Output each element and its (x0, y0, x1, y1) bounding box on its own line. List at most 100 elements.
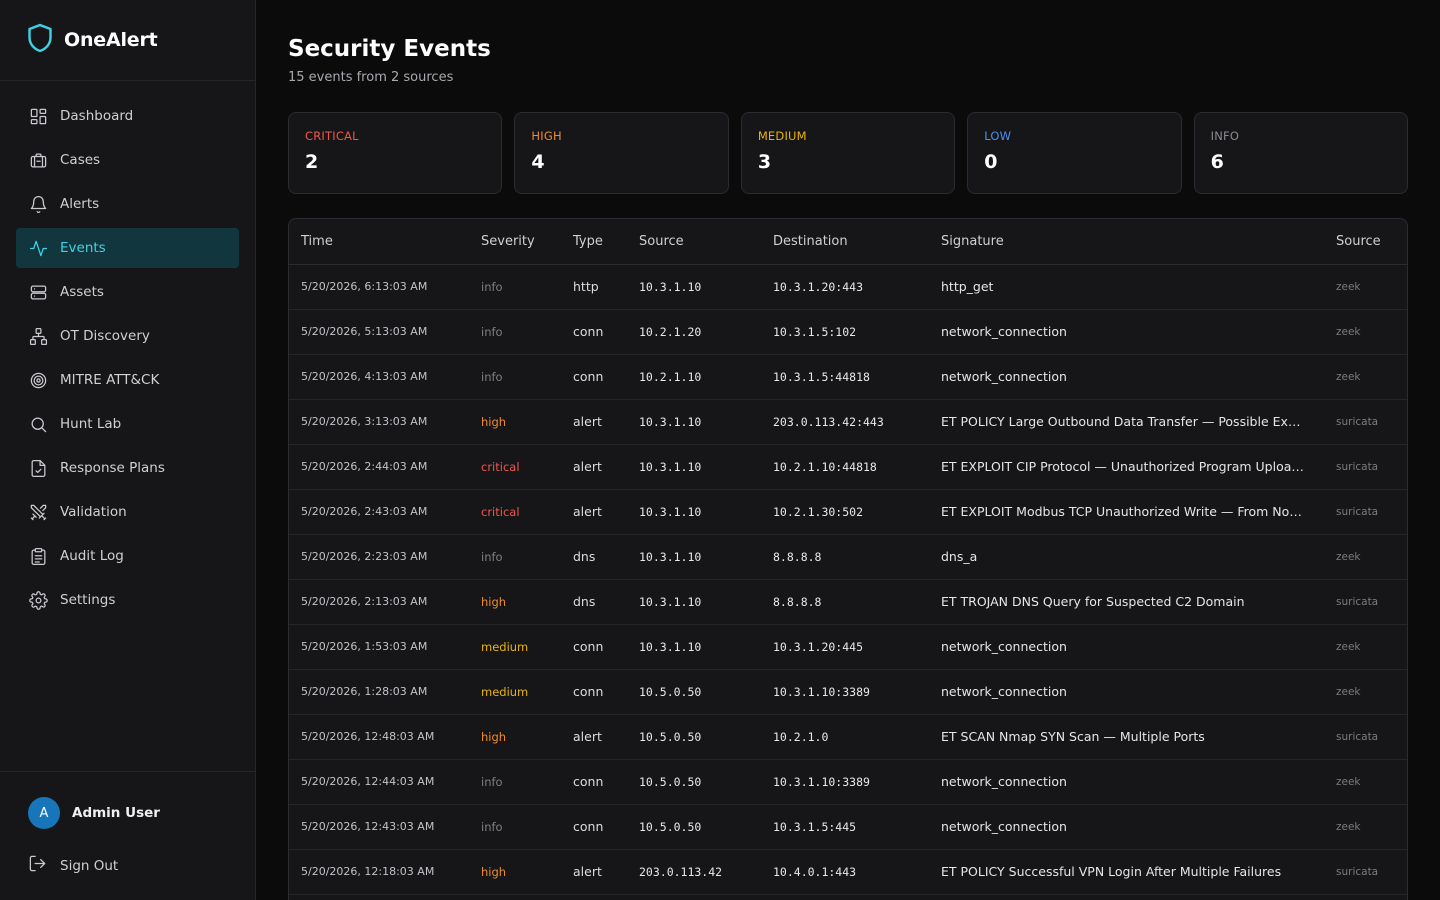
column-header-severity[interactable]: Severity (469, 219, 561, 265)
clipboard-icon (28, 546, 48, 566)
sidebar-item-audit-log[interactable]: Audit Log (16, 536, 239, 576)
table-body: 5/20/2026, 6:13:03 AM info http 10.3.1.10 10… (289, 264, 1407, 895)
cell-type: conn (561, 624, 627, 670)
sign-out-button[interactable]: Sign Out (28, 854, 118, 877)
cell-engine: suricata (1324, 579, 1407, 625)
column-header-destination[interactable]: Destination (761, 219, 929, 265)
app-name: OneAlert (64, 29, 158, 51)
cell-signature: network_connection (929, 624, 1324, 670)
table-row[interactable]: 5/20/2026, 3:13:03 AM high alert 10.3.1.10 2… (289, 399, 1407, 445)
sidebar-item-label: MITRE ATT&CK (60, 372, 160, 388)
cell-severity: info (469, 354, 561, 400)
cell-destination: 8.8.8.8 (761, 534, 929, 580)
cell-source-ip: 10.3.1.10 (627, 624, 761, 670)
column-header-time[interactable]: Time (289, 219, 469, 265)
table-row[interactable]: 5/20/2026, 2:43:03 AM critical alert 10.3.1… (289, 489, 1407, 535)
summary-label: MEDIUM (757, 129, 807, 143)
cell-time: 5/20/2026, 4:13:03 AM (289, 354, 469, 400)
cell-signature: network_connection (929, 669, 1324, 715)
table-row[interactable]: 5/20/2026, 12:43:03 AM info conn 10.5.0.50 1… (289, 804, 1407, 850)
cell-destination: 10.2.1.0 (761, 714, 929, 760)
summary-card-info[interactable]: INFO 6 (1193, 112, 1409, 194)
table-row[interactable]: 5/20/2026, 6:13:03 AM info http 10.3.1.10 10… (289, 264, 1407, 310)
cell-source-ip: 10.5.0.50 (627, 804, 761, 850)
table-row[interactable]: 5/20/2026, 12:18:03 AM high alert 203.0.113… (289, 849, 1407, 895)
cell-engine: zeek (1324, 624, 1407, 670)
sidebar-item-events[interactable]: Events (16, 228, 239, 268)
cell-engine: suricata (1324, 399, 1407, 445)
bell-icon (28, 194, 48, 214)
cell-type: conn (561, 354, 627, 400)
cell-severity: high (469, 579, 561, 625)
table-row[interactable]: 5/20/2026, 12:44:03 AM info conn 10.5.0.50 1… (289, 759, 1407, 805)
summary-card-critical[interactable]: CRITICAL 2 (288, 112, 503, 194)
cell-time: 5/20/2026, 3:13:03 AM (289, 399, 469, 445)
sidebar-item-alerts[interactable]: Alerts (16, 184, 239, 224)
cell-source-ip: 203.0.113.42 (627, 849, 761, 895)
sidebar-item-mitre-attack[interactable]: MITRE ATT&CK (16, 360, 239, 400)
column-header-signature[interactable]: Signature (929, 219, 1324, 265)
column-header-engine[interactable]: Source (1324, 219, 1407, 265)
sidebar-item-validation[interactable]: Validation (16, 492, 239, 532)
column-header-source[interactable]: Source (627, 219, 761, 265)
column-header-type[interactable]: Type (561, 219, 627, 265)
sidebar-item-ot-discovery[interactable]: OT Discovery (16, 316, 239, 356)
sidebar-item-settings[interactable]: Settings (16, 580, 239, 620)
table-row[interactable]: 5/20/2026, 2:44:03 AM critical alert 10.3.1… (289, 444, 1407, 490)
table-row[interactable]: 5/20/2026, 5:13:03 AM info conn 10.2.1.20 10… (289, 309, 1407, 355)
cell-source-ip: 10.3.1.10 (627, 444, 761, 490)
summary-card-high[interactable]: HIGH 4 (514, 112, 729, 194)
target-icon (28, 370, 48, 390)
sidebar-item-label: Events (60, 240, 106, 256)
cell-signature: ET POLICY Successful VPN Login After Mul… (929, 849, 1324, 895)
cell-signature: ET EXPLOIT Modbus TCP Unauthorized Write… (929, 489, 1324, 535)
cell-signature: ET EXPLOIT CIP Protocol — Unauthorized P… (929, 444, 1324, 490)
cell-type: conn (561, 669, 627, 715)
summary-label: INFO (1210, 129, 1240, 143)
cell-source-ip: 10.3.1.10 (627, 579, 761, 625)
summary-label: HIGH (531, 129, 562, 143)
cell-engine: zeek (1324, 669, 1407, 715)
summary-label: LOW (984, 129, 1012, 143)
cell-engine: suricata (1324, 849, 1407, 895)
table-row[interactable]: 5/20/2026, 2:23:03 AM info dns 10.3.1.10 8.8… (289, 534, 1407, 580)
summary-label: CRITICAL (305, 129, 359, 143)
page-subtitle: 15 events from 2 sources (288, 70, 454, 85)
cell-time: 5/20/2026, 12:43:03 AM (289, 804, 469, 850)
user-profile[interactable]: A Admin User (28, 797, 160, 829)
events-table-container: Time Severity Type Source Destination Si… (288, 218, 1408, 900)
cell-destination: 10.3.1.10:3389 (761, 669, 929, 715)
cell-time: 5/20/2026, 12:44:03 AM (289, 759, 469, 805)
table-row[interactable]: 5/20/2026, 2:13:03 AM high dns 10.3.1.10 8.8… (289, 579, 1407, 625)
cell-engine: suricata (1324, 489, 1407, 535)
swords-icon (28, 502, 48, 522)
sidebar-item-hunt-lab[interactable]: Hunt Lab (16, 404, 239, 444)
cell-time: 5/20/2026, 5:13:03 AM (289, 309, 469, 355)
cell-type: alert (561, 489, 627, 535)
table-row[interactable]: 5/20/2026, 1:53:03 AM medium conn 10.3.1.10… (289, 624, 1407, 670)
brand[interactable]: OneAlert (0, 0, 255, 81)
sidebar-item-response-plans[interactable]: Response Plans (16, 448, 239, 488)
sidebar-item-label: Settings (60, 592, 116, 608)
cell-time: 5/20/2026, 12:18:03 AM (289, 849, 469, 895)
cell-severity: critical (469, 444, 561, 490)
cell-type: alert (561, 714, 627, 760)
briefcase-icon (28, 150, 48, 170)
summary-card-low[interactable]: LOW 0 (967, 112, 1182, 194)
table-row[interactable]: 5/20/2026, 1:28:03 AM medium conn 10.5.0.50… (289, 669, 1407, 715)
sidebar-item-cases[interactable]: Cases (16, 140, 239, 180)
cell-source-ip: 10.5.0.50 (627, 714, 761, 760)
cell-severity: medium (469, 624, 561, 670)
sidebar-item-assets[interactable]: Assets (16, 272, 239, 312)
sidebar-item-label: Response Plans (60, 460, 165, 476)
sidebar-item-dashboard[interactable]: Dashboard (16, 96, 239, 136)
cell-destination: 10.4.0.1:443 (761, 849, 929, 895)
cell-destination: 10.3.1.20:443 (761, 264, 929, 310)
cell-signature: network_connection (929, 759, 1324, 805)
cell-destination: 10.2.1.10:44818 (761, 444, 929, 490)
table-row[interactable]: 5/20/2026, 4:13:03 AM info conn 10.2.1.10 10… (289, 354, 1407, 400)
table-row[interactable]: 5/20/2026, 12:48:03 AM high alert 10.5.0.50… (289, 714, 1407, 760)
cell-time: 5/20/2026, 2:23:03 AM (289, 534, 469, 580)
cell-signature: ET SCAN Nmap SYN Scan — Multiple Ports (929, 714, 1324, 760)
summary-card-medium[interactable]: MEDIUM 3 (740, 112, 956, 194)
